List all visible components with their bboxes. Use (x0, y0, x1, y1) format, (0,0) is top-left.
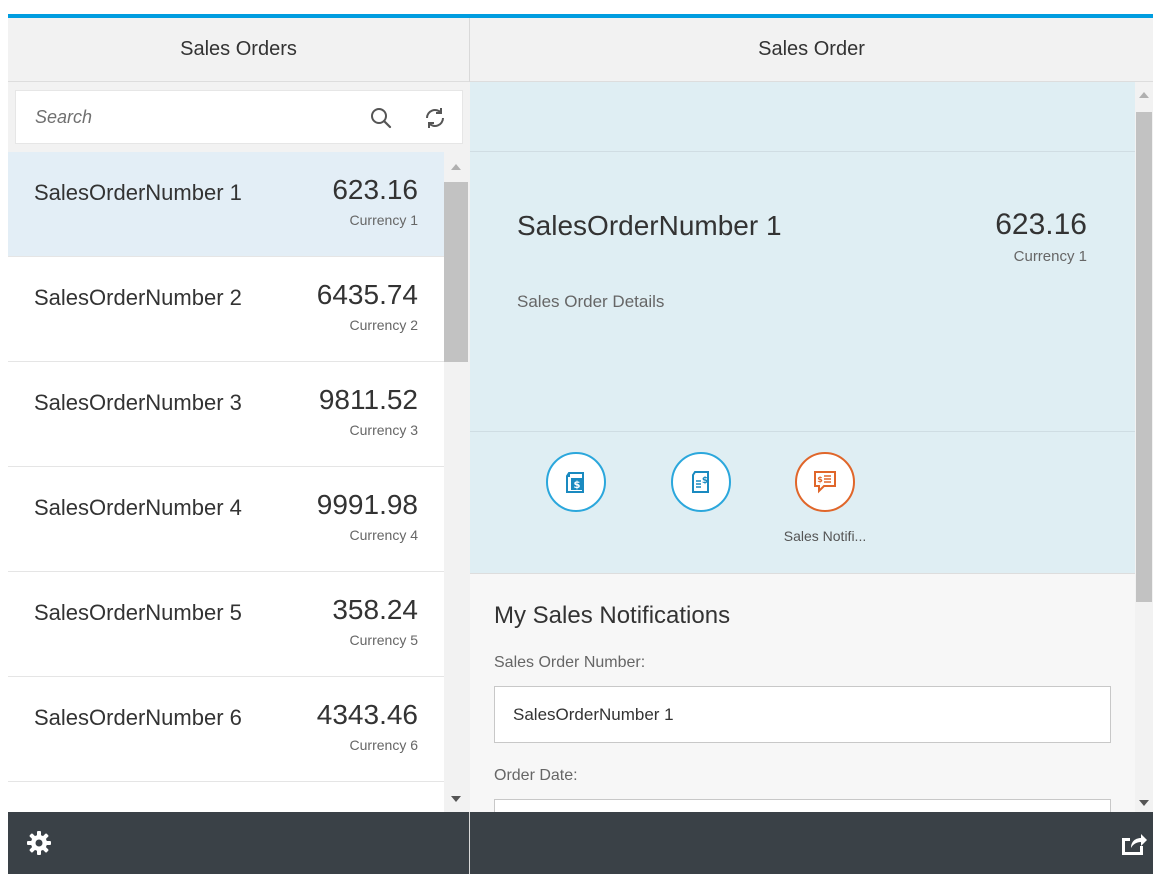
detail-title: Sales Order (470, 18, 1153, 82)
order-date-field[interactable] (494, 799, 1111, 812)
object-header: SalesOrderNumber 1 623.16 Currency 1 Sal… (470, 152, 1135, 432)
detail-scrollbar[interactable] (1135, 82, 1153, 812)
object-title: SalesOrderNumber 1 (517, 210, 782, 241)
master-footer (8, 812, 469, 874)
scroll-down-arrow-icon[interactable] (451, 796, 461, 802)
scroll-up-arrow-icon[interactable] (451, 164, 461, 170)
svg-text:$: $ (574, 480, 581, 491)
share-icon[interactable] (1119, 830, 1147, 856)
list-item[interactable]: SalesOrderNumber 5 358.24 Currency 5 (8, 572, 444, 677)
item-amount: 9811.52 (318, 384, 418, 415)
order-number-label: Sales Order Number: (494, 654, 646, 671)
order-number-field[interactable] (494, 686, 1111, 743)
item-title: SalesOrderNumber 5 (34, 600, 242, 625)
item-currency: Currency 6 (349, 737, 418, 753)
scroll-up-arrow-icon[interactable] (1139, 92, 1149, 98)
item-currency: Currency 3 (349, 422, 418, 438)
form-title: My Sales Notifications (494, 602, 731, 629)
item-currency: Currency 4 (349, 527, 418, 543)
svg-text:$: $ (702, 476, 708, 486)
scroll-thumb[interactable] (444, 182, 468, 362)
search-icon[interactable] (366, 103, 396, 133)
search-input[interactable] (16, 91, 356, 143)
list-item[interactable] (8, 782, 444, 812)
detail-content: SalesOrderNumber 1 623.16 Currency 1 Sal… (470, 82, 1135, 812)
icon-tab-bar: $ $ $ Sales Notifi... (470, 432, 1135, 574)
item-title: SalesOrderNumber 3 (34, 390, 242, 415)
list-item[interactable]: SalesOrderNumber 4 9991.98 Currency 4 (8, 467, 444, 572)
item-currency: Currency 1 (349, 212, 418, 228)
sales-order-list: SalesOrderNumber 1 623.16 Currency 1 Sal… (8, 152, 444, 812)
document-dollar-icon: $ (671, 452, 731, 512)
object-subtitle: Sales Order Details (517, 292, 665, 311)
refresh-icon[interactable] (420, 103, 450, 133)
item-title: SalesOrderNumber 6 (34, 705, 242, 730)
list-item[interactable]: SalesOrderNumber 3 9811.52 Currency 3 (8, 362, 444, 467)
object-amount: 623.16 (995, 208, 1087, 241)
scroll-thumb[interactable] (1136, 112, 1152, 602)
list-item[interactable]: SalesOrderNumber 2 6435.74 Currency 2 (8, 257, 444, 362)
notification-dollar-icon: $ (795, 452, 855, 512)
item-amount: 9991.98 (316, 489, 418, 520)
search-bar (8, 82, 470, 152)
item-title: SalesOrderNumber 1 (34, 180, 242, 205)
notification-form: My Sales Notifications Sales Order Numbe… (470, 574, 1135, 812)
split-app: Sales Orders SalesOrderNumber 1 623.16 C… (8, 14, 1153, 874)
svg-text:$: $ (817, 475, 823, 484)
header-strip (470, 82, 1135, 152)
item-amount: 4343.46 (316, 699, 418, 730)
object-currency: Currency 1 (1013, 248, 1087, 265)
detail-pane: Sales Order SalesOrderNumber 1 623.16 Cu… (470, 18, 1153, 874)
list-item[interactable]: SalesOrderNumber 1 623.16 Currency 1 (8, 152, 444, 257)
tab-document[interactable]: $ (656, 452, 746, 528)
list-item[interactable]: SalesOrderNumber 6 4343.46 Currency 6 (8, 677, 444, 782)
scroll-down-arrow-icon[interactable] (1139, 800, 1149, 806)
gear-icon[interactable] (26, 830, 52, 856)
item-amount: 623.16 (332, 174, 418, 205)
item-currency: Currency 2 (349, 317, 418, 333)
item-title: SalesOrderNumber 2 (34, 285, 242, 310)
item-amount: 358.24 (332, 594, 418, 625)
search-box (15, 90, 463, 144)
item-title: SalesOrderNumber 4 (34, 495, 242, 520)
detail-footer (470, 812, 1153, 874)
order-date-label: Order Date: (494, 767, 578, 784)
tab-sales-notifications[interactable]: $ Sales Notifi... (780, 452, 870, 544)
master-scrollbar[interactable] (444, 152, 470, 812)
tab-label: Sales Notifi... (783, 528, 867, 544)
tab-invoice[interactable]: $ (531, 452, 621, 528)
item-amount: 6435.74 (316, 279, 418, 310)
master-title: Sales Orders (8, 18, 469, 82)
master-pane: Sales Orders SalesOrderNumber 1 623.16 C… (8, 18, 470, 874)
item-currency: Currency 5 (349, 632, 418, 648)
invoice-dollar-icon: $ (546, 452, 606, 512)
